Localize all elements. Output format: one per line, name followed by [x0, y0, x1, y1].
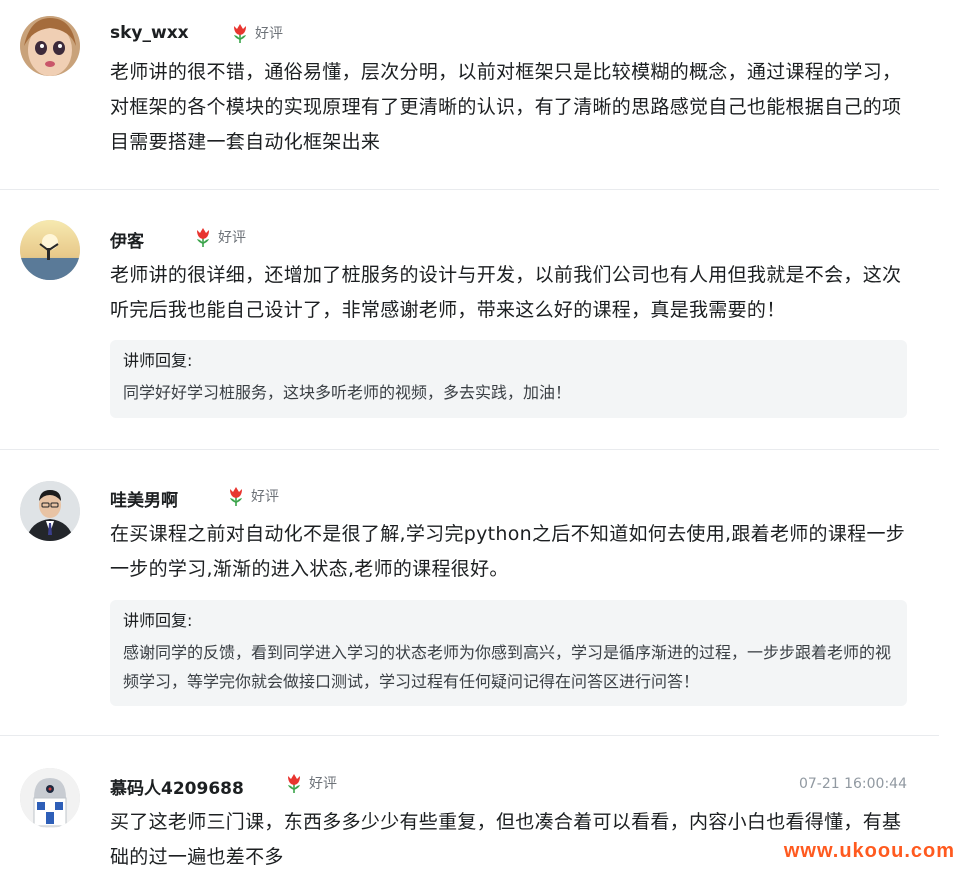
reply-text: 同学好好学习桩服务，这块多听老师的视频，多去实践，加油！ — [123, 383, 572, 402]
rating-label: 好评 — [309, 776, 337, 792]
flower-icon — [230, 487, 242, 506]
username[interactable]: sky_wxx — [110, 23, 189, 43]
review-content: 老师讲的很详细，还增加了桩服务的设计与开发，以前我们公司也有人用但我就是不会，这… — [110, 264, 902, 321]
rating-badge: 好评 — [225, 485, 279, 507]
review-content: 在买课程之前对自动化不是很了解,学习完python之后不知道如何去使用,跟着老师… — [110, 523, 906, 580]
flower-icon — [197, 228, 209, 247]
reply-title: 讲师回复: — [123, 351, 193, 370]
reply-title: 讲师回复: — [123, 611, 193, 630]
avatar[interactable] — [20, 481, 80, 541]
sunset-landscape-avatar-icon — [20, 220, 80, 280]
rating-label: 好评 — [218, 230, 246, 246]
reply-text: 感谢同学的反馈，看到同学进入学习的状态老师为你感到高兴，学习是循序渐进的过程，一… — [123, 643, 892, 691]
avatar[interactable] — [20, 16, 80, 76]
username[interactable]: 慕码人4209688 — [110, 774, 244, 799]
review-item: 伊客 好评 老师讲的很详细，还增加了桩服务的设计与开发，以前我们公司也有人用但我… — [0, 190, 939, 450]
instructor-reply: 讲师回复: 感谢同学的反馈，看到同学进入学习的状态老师为你感到高兴，学习是循序渐… — [110, 600, 907, 706]
username[interactable]: 伊客 — [110, 227, 144, 252]
doll-face-avatar-icon — [20, 16, 80, 76]
username[interactable]: 哇美男啊 — [110, 486, 178, 511]
avatar[interactable] — [20, 768, 80, 828]
rating-label: 好评 — [251, 489, 279, 505]
review-content: 老师讲的很不错，通俗易懂，层次分明，以前对框架只是比较模糊的概念，通过课程的学习… — [110, 61, 902, 153]
rating-badge: 好评 — [192, 226, 246, 248]
man-in-suit-avatar-icon — [20, 481, 80, 541]
review-time: 07-21 16:00:44 — [798, 776, 907, 792]
rating-label: 好评 — [255, 26, 283, 42]
robot-avatar-icon — [20, 768, 80, 828]
instructor-reply: 讲师回复: 同学好好学习桩服务，这块多听老师的视频，多去实践，加油！ — [110, 340, 907, 418]
rating-badge: 好评 — [229, 22, 283, 44]
flower-icon — [288, 774, 300, 793]
review-item: 哇美男啊 好评 在买课程之前对自动化不是很了解,学习完python之后不知道如何… — [0, 450, 939, 736]
flower-icon — [234, 24, 246, 43]
review-item: sky_wxx 好评 老师讲的很不错，通俗易懂，层次分明，以前对框架只是比较模糊… — [0, 0, 939, 190]
rating-badge: 好评 — [283, 772, 337, 794]
avatar[interactable] — [20, 220, 80, 280]
watermark: www.ukoou.com — [783, 840, 955, 862]
